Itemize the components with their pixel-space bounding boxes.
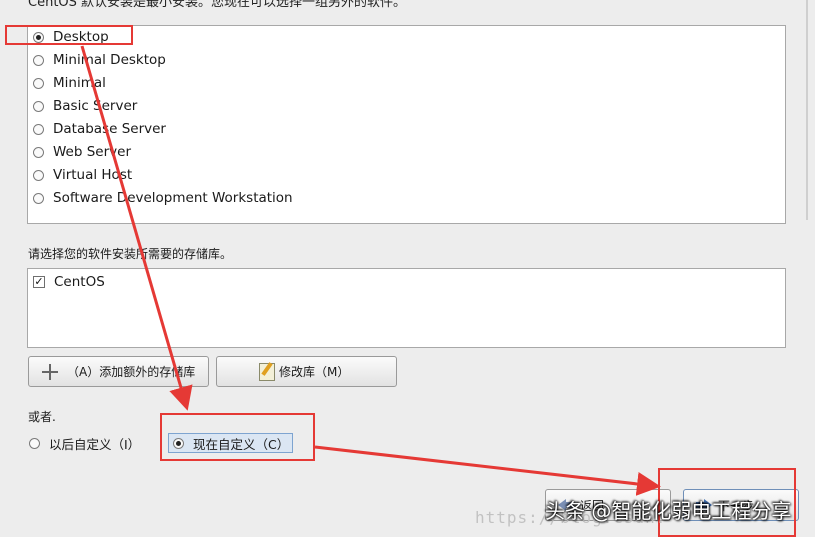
- watermark-toutiao: 头条 @智能化弱电工程分享: [545, 499, 792, 523]
- arrow-desktop-to-customize: [80, 45, 193, 411]
- arrow-customize-to-next: [314, 445, 661, 496]
- annotation-arrows: [80, 45, 661, 496]
